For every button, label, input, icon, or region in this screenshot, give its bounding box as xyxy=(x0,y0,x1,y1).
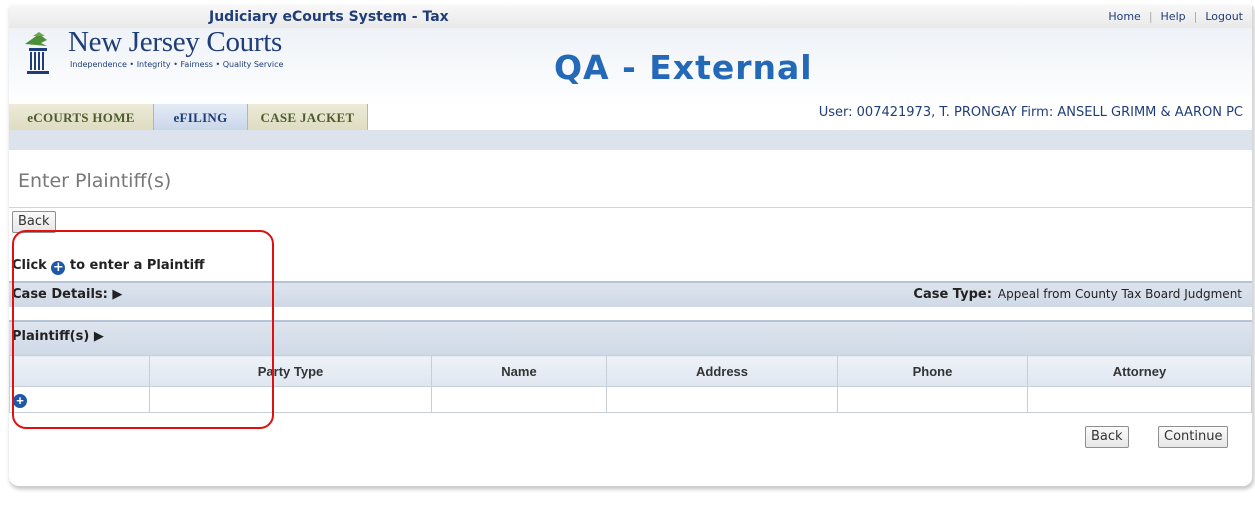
help-link[interactable]: Help xyxy=(1161,10,1186,23)
system-title: Judiciary eCourts System - Tax xyxy=(209,9,449,25)
page-title: Enter Plaintiff(s) xyxy=(18,170,172,192)
address-cell xyxy=(606,386,838,413)
toolbar-band xyxy=(9,130,1252,150)
nj-courts-logo[interactable]: New Jersey Courts Independence • Integri… xyxy=(18,26,318,78)
table-row: + xyxy=(9,386,1252,413)
top-bar: Judiciary eCourts System - Tax Home | Help… xyxy=(9,6,1252,28)
name-cell xyxy=(431,386,607,413)
back-button[interactable]: Back xyxy=(1085,426,1129,448)
hint-prefix: Click xyxy=(12,258,47,273)
case-type-label: Case Type: xyxy=(913,287,992,302)
plus-circle-icon: + xyxy=(51,260,66,275)
col-party-type: Party Type xyxy=(149,355,432,387)
party-type-cell xyxy=(149,386,432,413)
tab-case-jacket[interactable]: CASE JACKET xyxy=(248,104,368,130)
user-firm-info: User: 007421973, T. PRONGAY Firm: ANSELL… xyxy=(818,105,1243,120)
case-details-toggle[interactable]: Case Details: ▶ xyxy=(12,287,122,302)
col-add xyxy=(9,355,150,387)
header: New Jersey Courts Independence • Integri… xyxy=(9,26,1252,106)
add-plaintiff-hint: Click + to enter a Plaintiff xyxy=(12,258,205,275)
attorney-cell xyxy=(1027,386,1252,413)
top-links: Home | Help | Logout xyxy=(1108,10,1243,23)
table-header-row: Party Type Name Address Phone Attorney xyxy=(9,355,1252,387)
courthouse-icon xyxy=(25,32,49,74)
col-attorney: Attorney xyxy=(1027,355,1252,387)
phone-cell xyxy=(837,386,1028,413)
plaintiff-table: Party Type Name Address Phone Attorney + xyxy=(9,355,1252,413)
title-divider xyxy=(9,207,1252,208)
logout-link[interactable]: Logout xyxy=(1205,10,1243,23)
tab-ecourts-home[interactable]: eCOURTS HOME xyxy=(9,104,154,130)
col-name: Name xyxy=(431,355,607,387)
add-cell: + xyxy=(9,386,150,413)
col-phone: Phone xyxy=(837,355,1028,387)
hint-suffix: to enter a Plaintiff xyxy=(69,258,205,273)
plaintiffs-toggle[interactable]: Plaintiff(s) ▶ xyxy=(12,329,104,344)
logo-tagline: Independence • Integrity • Fairness • Qu… xyxy=(70,60,284,69)
continue-button[interactable]: Continue xyxy=(1158,426,1229,448)
case-type: Case Type: Appeal from County Tax Board J… xyxy=(913,287,1242,302)
case-details-bar[interactable]: Case Details: ▶ Case Type: Appeal from Co… xyxy=(9,281,1252,307)
plaintiffs-bar[interactable]: Plaintiff(s) ▶ xyxy=(9,320,1252,355)
case-type-value: Appeal from County Tax Board Judgment xyxy=(997,287,1242,301)
logo-title: New Jersey Courts xyxy=(68,26,282,58)
home-link[interactable]: Home xyxy=(1108,10,1140,23)
tab-efiling[interactable]: eFILING xyxy=(154,104,248,130)
app-frame: Judiciary eCourts System - Tax Home | Help… xyxy=(9,6,1253,487)
add-plaintiff-icon[interactable]: + xyxy=(13,394,27,408)
back-button-top[interactable]: Back xyxy=(12,211,56,233)
main-nav: eCOURTS HOME eFILING CASE JACKET User: 0… xyxy=(9,104,1252,130)
col-address: Address xyxy=(606,355,838,387)
environment-banner: QA - External xyxy=(554,48,813,87)
